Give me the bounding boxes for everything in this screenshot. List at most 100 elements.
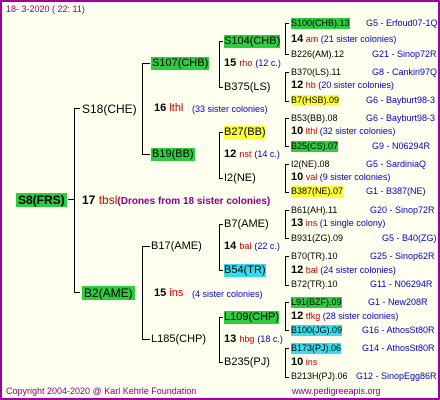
queen-d-a-a: B7(AME) bbox=[224, 218, 269, 230]
connector bbox=[285, 164, 286, 192]
connector bbox=[285, 23, 289, 24]
connector bbox=[285, 348, 289, 349]
connector bbox=[285, 302, 286, 330]
d-b-b-info: 10 ins bbox=[291, 356, 318, 368]
s-b-b-info: 10 val (9 sister colonies) bbox=[291, 171, 391, 183]
sire-info: 16 lthl bbox=[154, 102, 184, 114]
connector bbox=[285, 302, 289, 303]
leaf-info: G5 - B40(ZG) bbox=[382, 233, 437, 243]
connector bbox=[285, 118, 286, 146]
leaf-info: G6 - Bayburt98-3 bbox=[366, 113, 436, 123]
s-a-info: 15 rho (12 c.) bbox=[224, 57, 281, 69]
connector bbox=[219, 87, 223, 88]
connector bbox=[142, 246, 143, 339]
queen-leaf: B61(AH).11 bbox=[291, 205, 338, 215]
leaf-info: G25 - Sinop62R bbox=[370, 251, 435, 261]
queen-s-b-a: B27(BB) bbox=[224, 126, 266, 139]
connector bbox=[219, 178, 223, 179]
s-a-a-info: 14 am (21 sister colonies) bbox=[291, 33, 397, 45]
d-b-a-info: 12 tfkg (28 sister colonies) bbox=[291, 310, 399, 322]
d-a-a-info: 13 ins (1 single colony) bbox=[291, 217, 386, 229]
connector bbox=[219, 362, 223, 363]
connector bbox=[219, 317, 223, 318]
leaf-info: G14 - AthosSt80R bbox=[362, 343, 435, 353]
queen-s-b-b: I2(NE) bbox=[224, 172, 256, 184]
connector bbox=[285, 192, 289, 193]
queen-leaf: S100(CHB).13 bbox=[291, 18, 350, 29]
connector bbox=[285, 23, 286, 54]
connector bbox=[285, 238, 289, 239]
connector bbox=[285, 210, 286, 238]
connector bbox=[285, 285, 289, 286]
s-b-a-info: 10 lthl (32 sister colonies) bbox=[291, 125, 396, 137]
connector bbox=[285, 348, 286, 377]
queen-leaf: B226(AM).12 bbox=[291, 49, 345, 59]
leaf-info: G1 - New208R bbox=[368, 297, 428, 307]
connector bbox=[219, 270, 223, 271]
queen-dam: B2(AME) bbox=[82, 286, 135, 300]
queen-leaf: B370(LS).11 bbox=[291, 67, 341, 77]
connector bbox=[142, 63, 150, 64]
connector bbox=[285, 118, 289, 119]
connector bbox=[285, 101, 289, 102]
queen-leaf: B70(TR).10 bbox=[291, 251, 338, 261]
leaf-info: G5 - Erfoud07-1Q bbox=[366, 18, 438, 28]
queen-leaf: B53(BB).08 bbox=[291, 113, 338, 123]
connector bbox=[219, 224, 220, 270]
connector bbox=[74, 292, 80, 293]
connector bbox=[219, 41, 223, 42]
leaf-info: G21 - Sinop72R bbox=[372, 49, 437, 59]
dam-info: 15 ins bbox=[154, 287, 184, 299]
queen-s-a: S107(CHB) bbox=[151, 57, 210, 70]
connector bbox=[285, 146, 289, 147]
connector bbox=[219, 132, 223, 133]
connector bbox=[219, 41, 220, 87]
leaf-info: G9 - N06294R bbox=[372, 141, 431, 151]
d-b-info: 13 hbg (18 c.) bbox=[224, 333, 283, 345]
queen-leaf: B7(HSB).09 bbox=[291, 95, 340, 106]
queen-d-b: L185(CHP) bbox=[151, 333, 207, 345]
queen-d-a: B17(AME) bbox=[151, 240, 202, 252]
queen-leaf: B25(CS).07 bbox=[291, 141, 339, 152]
d-a-info: 14 bal (22 c.) bbox=[224, 240, 280, 252]
connector bbox=[74, 108, 75, 292]
copyright-text: Copyright 2004-2020 @ Karl Kehrle Founda… bbox=[6, 386, 197, 396]
connector bbox=[285, 330, 289, 331]
queen-leaf: B100(JG).09 bbox=[291, 325, 343, 336]
connector bbox=[285, 256, 286, 285]
website-link[interactable]: www.pedigreeapis.org bbox=[292, 386, 381, 396]
leaf-info: G12 - SinopEgg86R bbox=[356, 371, 437, 381]
queen-leaf: B931(ZG).09 bbox=[291, 233, 344, 243]
root-num: 17 tbsl(Drones from 18 sister colonies) bbox=[82, 193, 271, 207]
connector bbox=[285, 377, 289, 378]
connector bbox=[142, 154, 150, 155]
queen-leaf: B387(NE).07 bbox=[291, 186, 344, 197]
leaf-info: G1 - B387(NE) bbox=[366, 186, 426, 196]
leaf-info: G5 - SardiniaQ bbox=[366, 159, 427, 169]
queen-s-b: B19(BB) bbox=[151, 148, 195, 161]
connector bbox=[142, 63, 143, 154]
connector bbox=[142, 246, 150, 247]
leaf-info: G20 - Sinop72R bbox=[370, 205, 435, 215]
queen-leaf: B173(PJ).06 bbox=[291, 343, 342, 354]
connector bbox=[285, 256, 289, 257]
leaf-info: G16 - AthosSt80R bbox=[362, 325, 435, 335]
dam-note: (4 sister colonies) bbox=[192, 289, 263, 299]
s-a-b-info: 12 hb (20 sister colonies) bbox=[291, 79, 394, 91]
queen-s-a-b: B375(LS) bbox=[224, 81, 271, 93]
connector bbox=[142, 339, 150, 340]
queen-d-a-b: B54(TR) bbox=[224, 264, 266, 277]
connector bbox=[285, 164, 289, 165]
connector bbox=[219, 317, 220, 362]
connector bbox=[219, 132, 220, 178]
connector bbox=[285, 72, 289, 73]
queen-s-a-a: S104(CHB) bbox=[224, 35, 281, 48]
leaf-info: G6 - Bayburt98-3 bbox=[366, 95, 436, 105]
leaf-info: G11 - N06294R bbox=[370, 279, 433, 289]
d-a-b-info: 12 bal (24 sister colonies) bbox=[291, 264, 396, 276]
connector bbox=[285, 210, 289, 211]
queen-d-b-a: L109(CHP) bbox=[224, 311, 280, 324]
queen-leaf: B213H(PJ).06 bbox=[291, 371, 348, 381]
date-header: 18- 3-2020 ( 22: 11) bbox=[6, 4, 85, 14]
queen-leaf: L91(BZF).09 bbox=[291, 297, 342, 308]
